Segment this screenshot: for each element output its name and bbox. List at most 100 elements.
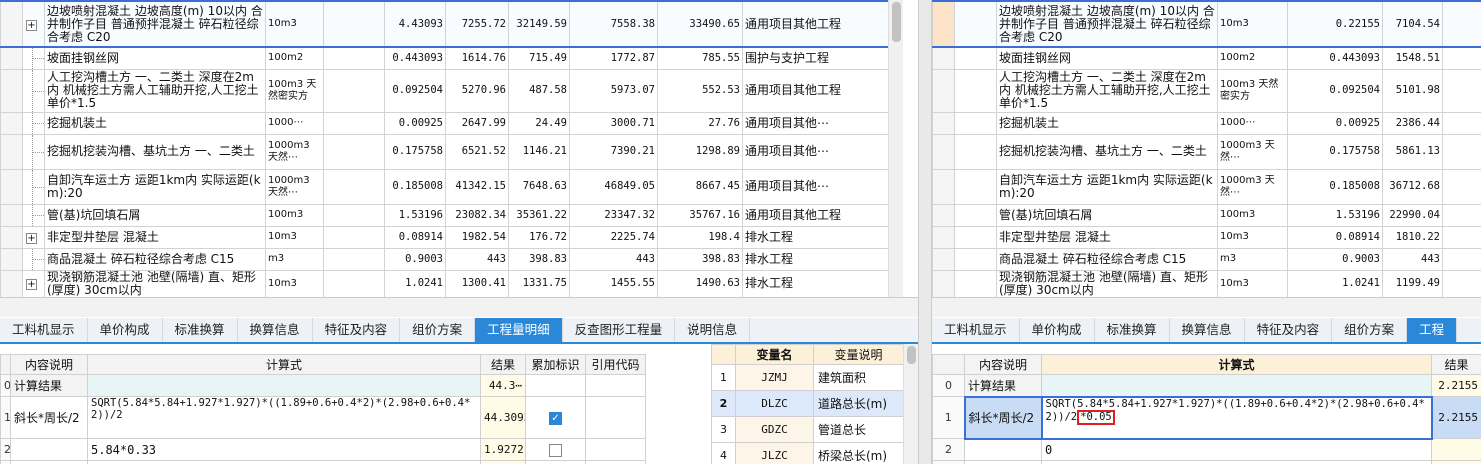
table-row[interactable]: 人工挖沟槽土方 一、二类土 深度在2m内 机械挖土方需人工辅助开挖,人工挖土单价… — [932, 68, 1481, 113]
pane-divider-right[interactable] — [932, 297, 1481, 317]
table-row[interactable]: + 非定型井垫层 混凝土 10m3 0.08914 1982.54 176.72 2225.… — [0, 225, 903, 249]
formula-cell[interactable]: 5.84*0.33 — [87, 438, 481, 461]
accumulate-cell[interactable] — [525, 374, 586, 397]
detail-row[interactable]: 1 斜长*周长/2 SQRT(5.84*5.84+1.927*1.927)*((1.… — [0, 396, 646, 439]
tree-cell — [22, 46, 45, 70]
accumulate-cell[interactable]: ✓ — [525, 396, 586, 439]
reference-code-cell[interactable] — [585, 374, 646, 397]
table-row[interactable]: 自卸汽车运土方 运距1km内 实际运距(km):20 1000m3 天然⋯ 0.18… — [0, 168, 903, 205]
variable-code[interactable]: JLZC — [735, 442, 814, 464]
tab-标准换算[interactable]: 标准换算 — [1095, 318, 1170, 342]
table-row[interactable]: 非定型井垫层 混凝土 10m3 0.08914 1810.22 — [932, 225, 1481, 249]
variable-code[interactable]: DLZC — [735, 390, 814, 417]
tree-cell[interactable]: + — [22, 269, 45, 297]
pane-splitter[interactable] — [918, 0, 932, 464]
table-row[interactable]: 管(基)坑回填石屑 100m3 1.53196 23082.34 35361.22 233… — [0, 203, 903, 227]
content-description[interactable]: 斜长*周长/2 — [963, 395, 1043, 440]
variable-row[interactable]: 4 JLZC 桥梁总长(m) — [711, 442, 904, 464]
bill-scrollbar[interactable] — [888, 0, 903, 297]
variable-row[interactable]: 1 JZMJ 建筑面积 — [711, 364, 904, 391]
tree-cell[interactable]: + — [22, 225, 45, 249]
reference-code-cell[interactable] — [585, 396, 646, 439]
variable-scrollbar[interactable] — [903, 344, 918, 464]
content-description[interactable]: 计算结果 — [10, 374, 88, 397]
item-total: 32149.59 — [508, 0, 570, 48]
header-row: 内容说明 计算式 结果 — [932, 354, 1481, 375]
item-total-2: 35767.16 — [657, 203, 743, 227]
table-row[interactable]: 坡面挂钢丝网 100m2 0.443093 1614.76 715.49 1772.87 7… — [0, 46, 903, 70]
tab-组价方案[interactable]: 组价方案 — [1332, 318, 1408, 342]
formula-cell[interactable] — [87, 374, 481, 397]
formula-cell[interactable]: 0 — [1041, 460, 1432, 464]
variable-code[interactable]: JZMJ — [735, 364, 814, 391]
table-row[interactable]: 人工挖沟槽土方 一、二类土 深度在2m内 机械挖土方需人工辅助开挖,人工挖土单价… — [0, 68, 903, 113]
tab-换算信息[interactable]: 换算信息 — [238, 318, 313, 342]
tab-标准换算[interactable]: 标准换算 — [163, 318, 238, 342]
table-row[interactable]: 挖掘机挖装沟槽、基坑土方 一、二类土 1000m3 天然⋯ 0.175758 6521… — [0, 133, 903, 170]
expand-icon[interactable]: + — [26, 19, 37, 31]
tab-工程量明细[interactable]: 工程量明细 — [475, 318, 563, 342]
formula-cell[interactable]: SQRT(5.84*5.84+1.927*1.927)*((1.89+0.6+0… — [1040, 395, 1433, 440]
tab-反查图形工程量[interactable]: 反查图形工程量 — [563, 318, 676, 342]
formula-cell[interactable]: SQRT(5.84*5.84+1.927*1.927)*((1.89+0.6+0… — [87, 396, 481, 439]
content-description[interactable] — [964, 438, 1042, 461]
header-row: 变量名 变量说明 — [711, 344, 904, 365]
tab-组价方案[interactable]: 组价方案 — [400, 318, 476, 342]
accumulate-checkbox[interactable]: ✓ — [549, 411, 562, 425]
table-row[interactable]: 边坡喷射混凝土 边坡高度(m) 10以内 合并制作子目 普通预拌混凝土 碎石粒径… — [932, 0, 1481, 48]
table-row[interactable]: 挖掘机挖装沟槽、基坑土方 一、二类土 1000m3 天然⋯ 0.175758 5861… — [932, 133, 1481, 170]
tab-工料机显示[interactable]: 工料机显示 — [0, 318, 88, 342]
formula-cell[interactable]: 0 — [1041, 438, 1432, 461]
item-price: 22990.04 — [1382, 203, 1443, 227]
content-description[interactable] — [10, 438, 88, 461]
detail-row[interactable]: 30 — [932, 460, 1481, 464]
item-price-2: 46849.05 — [569, 168, 658, 205]
reference-code-cell[interactable] — [585, 438, 646, 461]
expand-icon[interactable]: + — [26, 279, 37, 290]
tab-特征及内容[interactable]: 特征及内容 — [313, 318, 401, 342]
tab-单价构成[interactable]: 单价构成 — [88, 318, 163, 342]
content-description[interactable] — [964, 460, 1042, 464]
formula-cell[interactable] — [1041, 374, 1432, 397]
column-header: 内容说明 — [10, 354, 88, 375]
formula-cell[interactable]: 0 — [87, 460, 481, 464]
table-row[interactable]: 自卸汽车运土方 运距1km内 实际运距(km):20 1000m3 天然⋯ 0.18… — [932, 168, 1481, 205]
detail-row[interactable]: 2 5.84*0.33 1.9272 — [0, 438, 646, 461]
table-row[interactable]: 商品混凝土 碎石粒径综合考虑 C15 m3 0.9003 443 — [932, 247, 1481, 271]
table-row[interactable]: 挖掘机装土 1000⋯ 0.00925 2386.44 — [932, 111, 1481, 135]
content-description[interactable] — [10, 460, 88, 464]
table-row[interactable]: + 边坡喷射混凝土 边坡高度(m) 10以内 合并制作子目 普通预拌混凝土 碎石粒… — [0, 0, 903, 48]
content-description[interactable]: 斜长*周长/2 — [10, 396, 88, 439]
tree-cell[interactable]: + — [22, 0, 45, 48]
tab-工程[interactable]: 工程 — [1407, 318, 1458, 342]
expand-icon[interactable]: + — [26, 232, 37, 244]
table-row[interactable]: 商品混凝土 碎石粒径综合考虑 C15 m3 0.9003 443 398.83 443 39… — [0, 247, 903, 271]
pane-divider[interactable] — [0, 297, 918, 317]
accumulate-checkbox[interactable] — [549, 443, 562, 457]
tab-换算信息[interactable]: 换算信息 — [1170, 318, 1245, 342]
table-row[interactable]: 坡面挂钢丝网 100m2 0.443093 1548.51 — [932, 46, 1481, 70]
table-row[interactable]: 挖掘机装土 1000⋯ 0.00925 2647.99 24.49 3000.71 27.7… — [0, 111, 903, 135]
variable-code[interactable]: GDZC — [735, 416, 814, 443]
detail-row[interactable]: 0 计算结果 44.3⋯ — [0, 374, 646, 397]
content-description[interactable]: 计算结果 — [964, 374, 1042, 397]
accumulate-cell[interactable] — [525, 438, 586, 461]
item-name: 边坡喷射混凝土 边坡高度(m) 10以内 合并制作子目 普通预拌混凝土 碎石粒径… — [44, 0, 266, 48]
detail-row[interactable]: 20 — [932, 438, 1481, 461]
accumulate-cell[interactable] — [525, 460, 586, 464]
detail-row[interactable]: 3 00 — [0, 460, 646, 464]
table-row[interactable]: 现浇钢筋混凝土池 池壁(隔墙) 直、矩形(厚度) 30cm以内 10m3 1.024… — [932, 269, 1481, 297]
table-row[interactable]: 管(基)坑回填石屑 100m3 1.53196 22990.04 — [932, 203, 1481, 227]
variable-row[interactable]: 3 GDZC 管道总长 — [711, 416, 904, 443]
detail-row[interactable]: 0 计算结果 2.2155 — [932, 374, 1481, 397]
item-unit: 1000m3 天然⋯ — [265, 133, 324, 170]
table-row[interactable]: + 现浇钢筋混凝土池 池壁(隔墙) 直、矩形(厚度) 30cm以内 10m3 1.02… — [0, 269, 903, 297]
tab-特征及内容[interactable]: 特征及内容 — [1245, 318, 1333, 342]
reference-code-cell[interactable] — [585, 460, 646, 464]
tab-工料机显示[interactable]: 工料机显示 — [932, 318, 1020, 342]
tab-说明信息[interactable]: 说明信息 — [675, 318, 751, 342]
tree-line — [32, 259, 44, 260]
tab-单价构成[interactable]: 单价构成 — [1020, 318, 1095, 342]
detail-row[interactable]: 1 斜长*周长/2 SQRT(5.84*5.84+1.927*1.927)*((1.… — [932, 395, 1481, 440]
variable-row[interactable]: 2 DLZC 道路总长(m) — [711, 390, 904, 417]
